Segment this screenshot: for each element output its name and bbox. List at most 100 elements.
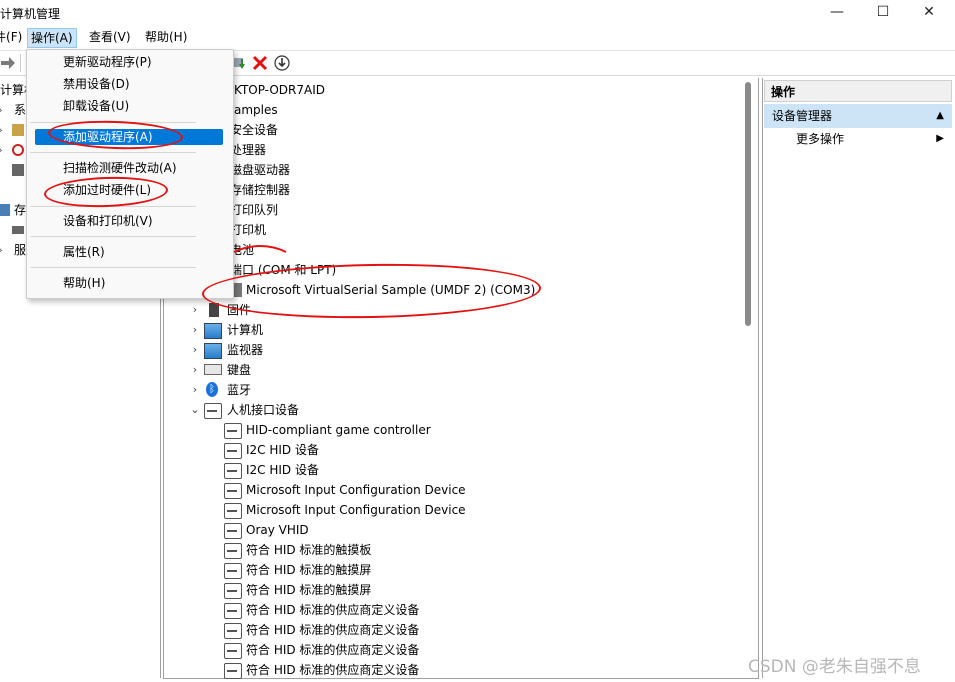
hid-device-icon	[224, 543, 242, 559]
more-actions-label: 更多操作	[796, 132, 845, 146]
category-samples[interactable]: amples	[234, 100, 278, 120]
category-label: 蓝牙	[227, 383, 252, 397]
menu-uninstall-device[interactable]: 卸载设备(U)	[63, 96, 129, 116]
hid-device-icon	[224, 663, 242, 679]
category-label: 计算机	[227, 323, 264, 337]
close-button[interactable]: ✕	[906, 0, 952, 24]
chevron-right-icon: ›	[192, 303, 198, 316]
hid-device-icon	[224, 463, 242, 479]
menu-bar: 件(F) 操作(A) 查看(V) 帮助(H)	[0, 26, 955, 48]
hid-device-icon	[224, 623, 242, 639]
watermark: CSDN @老朱自强不息	[748, 657, 921, 677]
hid-device-label: 符合 HID 标准的供应商定义设备	[246, 643, 420, 657]
hid-device-label: 符合 HID 标准的供应商定义设备	[246, 663, 420, 677]
close-icon: ✕	[923, 4, 935, 20]
actions-section-label: 设备管理器	[772, 109, 833, 123]
menu-file-label: (F)	[6, 30, 23, 44]
maximize-icon: ☐	[876, 4, 890, 20]
hid-device-icon	[224, 643, 242, 659]
category-printer[interactable]: 打印机	[230, 220, 266, 240]
collapse-up-icon: ▲	[936, 110, 944, 121]
menu-scan-hardware[interactable]: 扫描检测硬件改动(A)	[63, 158, 177, 178]
device-tree-pane: KTOP-ODR7AID amples 安全设备 处理器 磁盘驱动器 存储控制器…	[163, 78, 759, 679]
update-driver-icon[interactable]	[232, 55, 248, 71]
menu-separator	[30, 236, 196, 237]
menu-separator	[30, 267, 196, 268]
toolbar-divider	[20, 54, 21, 72]
hid-device-label: 符合 HID 标准的供应商定义设备	[246, 603, 420, 617]
hid-device-label: Microsoft Input Configuration Device	[246, 503, 466, 517]
maximize-button[interactable]: ☐	[860, 0, 906, 24]
category-hid[interactable]: ⌄ 人机接口设备	[190, 400, 390, 420]
chevron-right-icon: ›	[192, 383, 198, 396]
storage-icon	[0, 204, 10, 216]
category-label: 键盘	[227, 363, 252, 377]
computer-icon	[204, 323, 222, 339]
chevron-right-icon: ›	[0, 140, 3, 160]
actions-pane	[762, 78, 955, 678]
submenu-arrow-icon: ▶	[936, 133, 944, 144]
menu-help[interactable]: 帮助(H)	[142, 28, 190, 47]
actions-section-device-manager[interactable]: 设备管理器 ▲	[764, 104, 952, 128]
menu-disable-device[interactable]: 禁用设备(D)	[63, 74, 130, 94]
tree-item-label: 服	[14, 243, 27, 257]
forward-arrow-icon[interactable]	[0, 55, 16, 71]
hid-device-label: I2C HID 设备	[246, 443, 319, 457]
monitor-icon	[204, 343, 222, 359]
category-print-queue[interactable]: 打印队列	[230, 200, 278, 220]
vertical-scrollbar-thumb[interactable]	[745, 82, 751, 326]
category-keyboard[interactable]: › 键盘	[190, 360, 390, 380]
hid-device-icon	[224, 523, 242, 539]
minimize-button[interactable]: —	[814, 0, 860, 24]
category-label: 人机接口设备	[227, 403, 300, 417]
hid-device-icon	[224, 603, 242, 619]
hid-device-icon	[224, 443, 242, 459]
hid-device-label: I2C HID 设备	[246, 463, 319, 477]
title-bar: 计算机管理 — ☐ ✕	[0, 0, 955, 26]
tree-root-computer[interactable]: KTOP-ODR7AID	[234, 80, 325, 100]
menu-file[interactable]: 件(F)	[0, 28, 25, 47]
menu-action[interactable]: 操作(A)	[27, 28, 77, 48]
chevron-right-icon: ›	[192, 323, 198, 336]
category-disk[interactable]: 磁盘驱动器	[230, 160, 290, 180]
chevron-right-icon: ›	[0, 240, 3, 260]
window-title: 计算机管理	[0, 7, 61, 21]
actions-header: 操作	[764, 80, 952, 102]
chevron-down-icon: ⌄	[190, 403, 200, 416]
category-storage-ctrl[interactable]: 存储控制器	[230, 180, 290, 200]
menu-view[interactable]: 查看(V)	[86, 28, 134, 47]
category-bluetooth[interactable]: › ᛒ 蓝牙	[190, 380, 390, 400]
hid-device-icon	[224, 483, 242, 499]
chevron-right-icon: ›	[0, 120, 3, 140]
disk-icon	[12, 226, 24, 234]
hid-device-label: HID-compliant game controller	[246, 423, 431, 437]
hid-device-label: Oray VHID	[246, 523, 309, 537]
more-actions[interactable]: 更多操作 ▶	[764, 128, 952, 150]
category-security[interactable]: 安全设备	[230, 120, 278, 140]
category-monitor[interactable]: › 监视器	[190, 340, 390, 360]
disable-down-arrow-icon[interactable]	[274, 55, 290, 71]
hid-device-label: 符合 HID 标准的触摸屏	[246, 563, 372, 577]
chevron-right-icon: ›	[192, 343, 198, 356]
menu-help-item[interactable]: 帮助(H)	[63, 273, 105, 293]
hid-device-label: 符合 HID 标准的触摸板	[246, 543, 372, 557]
tree-item-label: 存	[14, 203, 27, 217]
minimize-icon: —	[830, 4, 844, 20]
annotation-stroke	[233, 245, 287, 253]
users-icon	[12, 144, 24, 156]
category-processor[interactable]: 处理器	[230, 140, 266, 160]
category-computer[interactable]: › 计算机	[190, 320, 390, 340]
menu-update-driver[interactable]: 更新驱动程序(P)	[63, 52, 152, 72]
uninstall-red-x-icon[interactable]	[252, 55, 268, 71]
menu-separator	[30, 152, 196, 153]
hid-device-label: 符合 HID 标准的供应商定义设备	[246, 623, 420, 637]
hid-device-icon	[224, 423, 242, 439]
menu-properties[interactable]: 属性(R)	[63, 242, 105, 262]
hid-device-icon	[224, 503, 242, 519]
chevron-right-icon: ›	[192, 363, 198, 376]
hid-device-icon	[224, 563, 242, 579]
hid-device-icon	[224, 583, 242, 599]
hid-icon	[204, 403, 222, 419]
menu-devices-printers[interactable]: 设备和打印机(V)	[63, 211, 153, 231]
tree-item-label: 系	[14, 103, 27, 117]
